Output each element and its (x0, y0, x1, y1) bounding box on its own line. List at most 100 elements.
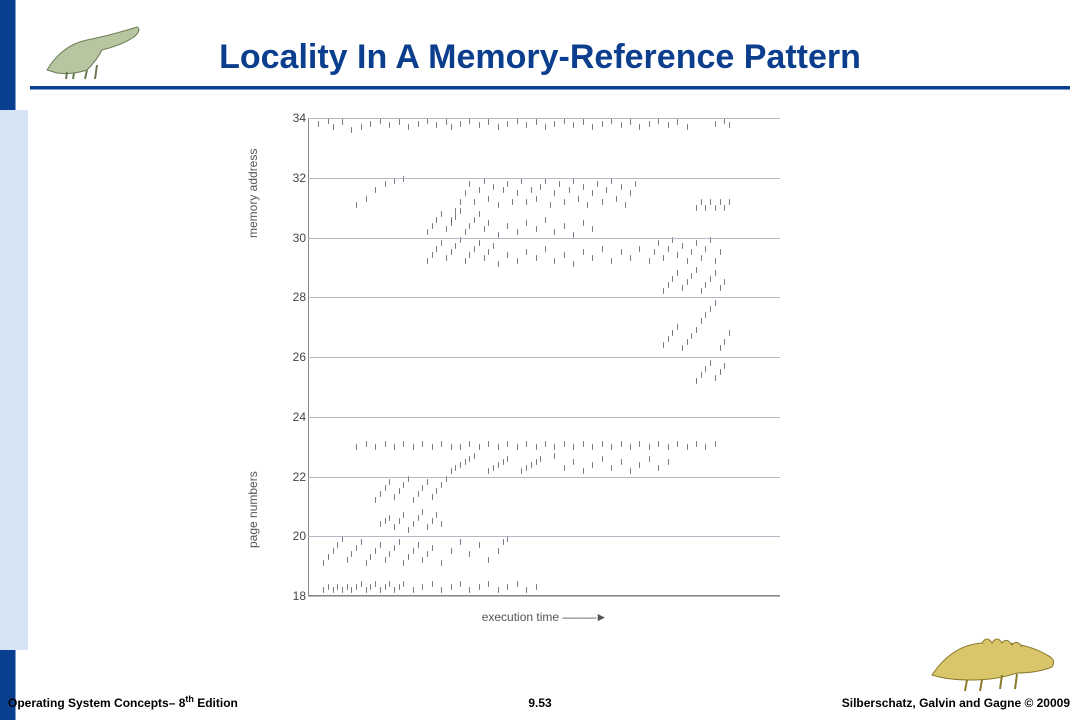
data-point (385, 557, 386, 563)
data-point (488, 196, 489, 202)
title-wrap: Locality In A Memory-Reference Pattern (0, 38, 1080, 77)
data-point (583, 441, 584, 447)
data-point (394, 444, 395, 450)
data-point (701, 255, 702, 261)
data-point (540, 456, 541, 462)
data-point (639, 462, 640, 468)
data-point (361, 124, 362, 130)
data-point (630, 255, 631, 261)
data-point (337, 584, 338, 590)
data-point (696, 205, 697, 211)
footer-left: Operating System Concepts– 8th Edition (8, 694, 238, 710)
data-point (469, 181, 470, 187)
data-point (621, 184, 622, 190)
data-point (498, 462, 499, 468)
data-point (418, 542, 419, 548)
y-gridline (308, 477, 780, 478)
data-point (337, 542, 338, 548)
data-point (389, 581, 390, 587)
data-point (526, 441, 527, 447)
data-point (554, 444, 555, 450)
data-point (389, 515, 390, 521)
data-point (696, 240, 697, 246)
data-point (469, 456, 470, 462)
data-point (715, 121, 716, 127)
data-point (705, 246, 706, 252)
data-point (403, 512, 404, 518)
data-point (649, 444, 650, 450)
data-point (460, 539, 461, 545)
data-point (488, 119, 489, 125)
data-point (583, 184, 584, 190)
data-point (460, 581, 461, 587)
data-point (451, 444, 452, 450)
data-point (342, 587, 343, 593)
data-point (427, 479, 428, 485)
data-point (498, 124, 499, 130)
data-point (399, 518, 400, 524)
y-axis-label-upper: memory address (246, 149, 260, 238)
data-point (498, 548, 499, 554)
y-tick-label: 18 (282, 589, 306, 603)
data-point (389, 122, 390, 128)
data-point (413, 521, 414, 527)
data-point (536, 226, 537, 232)
data-point (720, 345, 721, 351)
data-point (413, 497, 414, 503)
data-point (394, 587, 395, 593)
data-point (399, 119, 400, 125)
data-point (701, 199, 702, 205)
data-point (526, 199, 527, 205)
data-point (668, 282, 669, 288)
data-point (517, 229, 518, 235)
x-axis-label: execution time ———► (308, 610, 780, 624)
data-point (705, 444, 706, 450)
data-point (361, 539, 362, 545)
data-point (366, 196, 367, 202)
data-point (451, 220, 452, 226)
data-point (403, 441, 404, 447)
data-point (460, 208, 461, 214)
data-point (715, 205, 716, 211)
y-tick-label: 28 (282, 290, 306, 304)
data-point (469, 587, 470, 593)
data-point (536, 459, 537, 465)
data-point (602, 199, 603, 205)
data-point (691, 273, 692, 279)
data-point (455, 465, 456, 471)
data-point (639, 441, 640, 447)
data-point (715, 270, 716, 276)
data-point (432, 444, 433, 450)
data-point (323, 560, 324, 566)
data-point (427, 258, 428, 264)
data-point (479, 122, 480, 128)
data-point (611, 444, 612, 450)
data-point (621, 459, 622, 465)
data-point (540, 184, 541, 190)
data-point (545, 124, 546, 130)
y-gridline (308, 178, 780, 179)
data-point (696, 327, 697, 333)
data-point (394, 545, 395, 551)
data-point (469, 223, 470, 229)
data-point (720, 369, 721, 375)
data-point (621, 249, 622, 255)
data-point (460, 462, 461, 468)
data-point (592, 462, 593, 468)
data-point (668, 122, 669, 128)
data-point (630, 190, 631, 196)
data-point (318, 121, 319, 127)
data-point (526, 587, 527, 593)
data-point (635, 181, 636, 187)
data-point (701, 318, 702, 324)
data-point (399, 488, 400, 494)
data-point (484, 255, 485, 261)
data-point (427, 551, 428, 557)
data-point (455, 208, 456, 214)
data-point (441, 521, 442, 527)
data-point (469, 252, 470, 258)
slide-title: Locality In A Memory-Reference Pattern (219, 38, 861, 77)
data-point (573, 444, 574, 450)
data-point (432, 223, 433, 229)
data-point (418, 491, 419, 497)
